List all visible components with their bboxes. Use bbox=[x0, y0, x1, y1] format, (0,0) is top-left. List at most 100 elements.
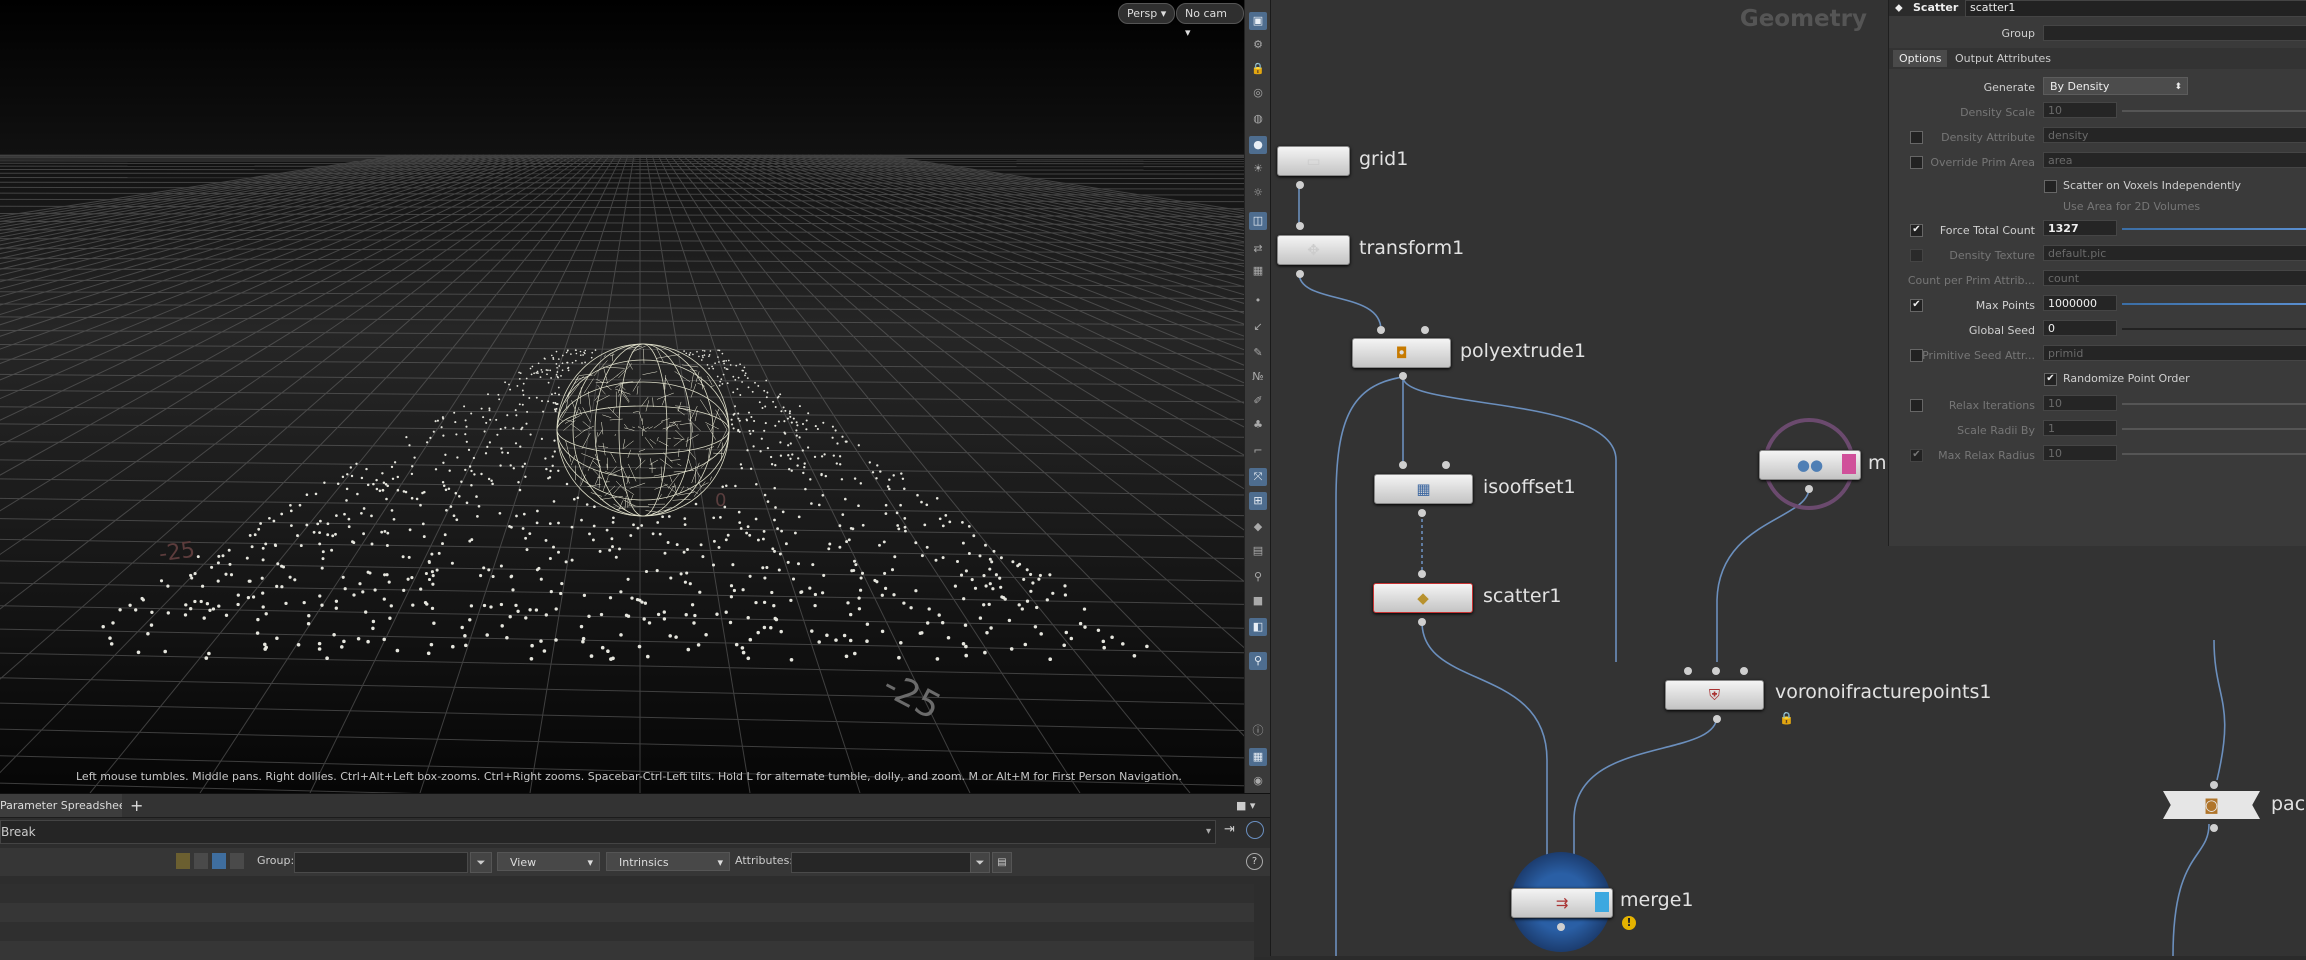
camera-menu-button[interactable]: No cam ▾ bbox=[1176, 3, 1244, 24]
warning-icon[interactable]: ! bbox=[1622, 916, 1636, 930]
density-texture-field[interactable]: default.pic bbox=[2043, 245, 2306, 261]
partial-node-output-connector[interactable] bbox=[1805, 485, 1813, 493]
relax-iter-field[interactable]: 10 bbox=[2043, 395, 2117, 411]
layout-icon[interactable]: ▦ bbox=[1249, 748, 1267, 766]
density-texture-checkbox[interactable] bbox=[1910, 249, 1923, 262]
scatter-node[interactable]: ◆ bbox=[1373, 583, 1473, 613]
density-scale-field[interactable]: 10 bbox=[2043, 102, 2117, 118]
relax-iter-checkbox[interactable] bbox=[1910, 399, 1923, 412]
scatter-voxels-checkbox[interactable] bbox=[2044, 180, 2057, 193]
grid-output-connector[interactable] bbox=[1296, 181, 1304, 189]
scale-radii-slider[interactable] bbox=[2122, 428, 2306, 430]
group-field[interactable] bbox=[2043, 25, 2306, 41]
relax-iter-slider[interactable] bbox=[2122, 403, 2306, 405]
partial-node[interactable]: ●● bbox=[1759, 450, 1861, 480]
intrinsics-dropdown[interactable]: Intrinsics▾ bbox=[606, 852, 730, 871]
transform-output-connector[interactable] bbox=[1296, 270, 1304, 278]
voronoi-input-connector-2[interactable] bbox=[1712, 667, 1720, 675]
override-prim-checkbox[interactable] bbox=[1910, 156, 1923, 169]
link-pane-icon[interactable] bbox=[1246, 821, 1264, 839]
prim-seed-checkbox[interactable] bbox=[1910, 349, 1923, 362]
square-icon[interactable]: ■ bbox=[1249, 592, 1267, 610]
prim-seed-field[interactable]: primid bbox=[2043, 345, 2306, 361]
headlight-icon[interactable]: ☼ bbox=[1249, 184, 1267, 202]
frame-icon[interactable]: ⊞ bbox=[1249, 492, 1267, 510]
scatter-output-connector[interactable] bbox=[1418, 618, 1426, 626]
max-relax-checkbox[interactable]: ✔ bbox=[1910, 449, 1923, 462]
crowd-icon[interactable]: ♣ bbox=[1249, 416, 1267, 434]
pin-pane-icon[interactable]: ⇥ bbox=[1224, 822, 1235, 837]
primitives-mode-icon[interactable] bbox=[212, 853, 226, 869]
node-name-field[interactable]: scatter1 bbox=[1965, 0, 2306, 17]
point-icon[interactable]: • bbox=[1249, 292, 1267, 310]
eye-icon[interactable]: ◉ bbox=[1249, 772, 1267, 790]
add-tab-button[interactable]: + bbox=[130, 796, 143, 815]
pack-input-connector[interactable] bbox=[2210, 781, 2218, 789]
tab-parameter-spreadsheet[interactable]: Parameter Spreadsheet × bbox=[0, 794, 122, 817]
override-prim-field[interactable]: area bbox=[2043, 152, 2306, 168]
pin-icon[interactable]: ⚲ bbox=[1249, 652, 1267, 670]
select-mode-icon[interactable]: ▣ bbox=[1249, 12, 1267, 30]
light-icon[interactable]: ☀ bbox=[1249, 160, 1267, 178]
isooffset-node[interactable]: ▦ bbox=[1374, 474, 1473, 504]
voronoi-output-connector[interactable] bbox=[1713, 715, 1721, 723]
points-mode-icon[interactable] bbox=[176, 853, 190, 869]
bulb-icon[interactable]: ● bbox=[1249, 136, 1267, 154]
scene-viewport[interactable]: 0 -25 -25 Persp ▾ No cam ▾ Left mouse tu… bbox=[0, 0, 1244, 793]
global-seed-slider[interactable] bbox=[2122, 328, 2306, 330]
max-relax-slider[interactable] bbox=[2122, 453, 2306, 455]
merge-output-connector[interactable] bbox=[1557, 923, 1565, 931]
snap-icon[interactable]: ◎ bbox=[1249, 84, 1267, 102]
max-points-checkbox[interactable]: ✔ bbox=[1910, 299, 1923, 312]
info-icon[interactable]: ⓘ bbox=[1249, 722, 1267, 740]
pane-layout-icon[interactable]: ■ ▾ bbox=[1236, 799, 1255, 812]
tab-options[interactable]: Options bbox=[1893, 50, 1947, 67]
scatter-input-connector[interactable] bbox=[1418, 570, 1426, 578]
density-scale-slider[interactable] bbox=[2122, 110, 2306, 112]
gallery-icon[interactable]: ◧ bbox=[1249, 618, 1267, 636]
global-seed-field[interactable]: 0 bbox=[2043, 320, 2117, 336]
max-relax-field[interactable]: 10 bbox=[2043, 445, 2117, 461]
force-total-field[interactable]: 1327 bbox=[2043, 220, 2117, 236]
layer-icon[interactable]: ▤ bbox=[1249, 542, 1267, 560]
randomize-checkbox[interactable]: ✔ bbox=[2044, 373, 2057, 386]
merge-node[interactable]: ⇉ bbox=[1511, 888, 1613, 918]
density-attr-checkbox[interactable] bbox=[1910, 131, 1923, 144]
force-total-slider[interactable] bbox=[2122, 228, 2306, 230]
lock-icon[interactable]: 🔒 bbox=[1249, 60, 1267, 78]
column-options-icon[interactable]: ▤ bbox=[992, 852, 1012, 873]
transform-input-connector[interactable] bbox=[1296, 222, 1304, 230]
pack-node[interactable]: ◙ bbox=[2163, 791, 2260, 819]
generate-dropdown[interactable]: By Density⬍ bbox=[2043, 77, 2188, 95]
view-dropdown[interactable]: View▾ bbox=[497, 852, 600, 871]
perspective-menu-button[interactable]: Persp ▾ bbox=[1118, 3, 1175, 24]
count-per-prim-field[interactable]: count bbox=[2043, 270, 2306, 286]
voronoi-input-connector[interactable] bbox=[1684, 667, 1692, 675]
camera-icon[interactable]: ◫ bbox=[1249, 212, 1267, 230]
polyextrude-input-connector-2[interactable] bbox=[1421, 326, 1429, 334]
node-path-field[interactable]: Break ▾ bbox=[0, 820, 1216, 844]
attributes-filter-input[interactable] bbox=[791, 852, 971, 873]
bracket-icon[interactable]: ⌐ bbox=[1249, 442, 1267, 460]
voronoi-input-connector-3[interactable] bbox=[1740, 667, 1748, 675]
diamond-icon[interactable]: ◆ bbox=[1249, 518, 1267, 536]
help-icon[interactable]: ? bbox=[1246, 853, 1263, 870]
scale-radii-field[interactable]: 1 bbox=[2043, 420, 2117, 436]
group-icon[interactable]: ▦ bbox=[1249, 262, 1267, 280]
max-points-slider[interactable] bbox=[2122, 303, 2306, 305]
arrow-icon[interactable]: ↙ bbox=[1249, 318, 1267, 336]
path-dropdown-icon[interactable]: ▾ bbox=[1206, 821, 1211, 843]
number-icon[interactable]: № bbox=[1249, 368, 1267, 386]
attribute-filter-icon[interactable]: ⏷ bbox=[970, 852, 990, 873]
vertices-mode-icon[interactable] bbox=[194, 853, 208, 869]
transform-node[interactable]: ✥ bbox=[1277, 235, 1350, 265]
isooffset-input-connector[interactable] bbox=[1399, 461, 1407, 469]
wire-icon[interactable]: ⤧ bbox=[1249, 468, 1267, 486]
tab-output-attributes[interactable]: Output Attributes bbox=[1949, 50, 2057, 67]
filter-icon[interactable]: ⏷ bbox=[470, 852, 492, 873]
tree-icon[interactable]: ⚲ bbox=[1249, 568, 1267, 586]
pack-output-connector[interactable] bbox=[2210, 824, 2218, 832]
polyextrude-input-connector[interactable] bbox=[1377, 326, 1385, 334]
force-total-checkbox[interactable]: ✔ bbox=[1910, 224, 1923, 237]
isooffset-output-connector[interactable] bbox=[1418, 509, 1426, 517]
